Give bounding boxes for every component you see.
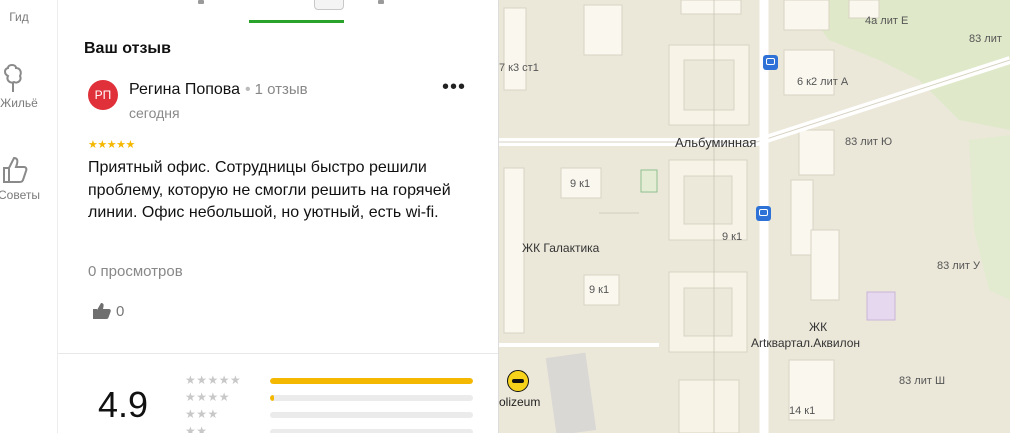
rail-item-label: Гид (9, 10, 29, 24)
left-navigation-rail: Гид Жильё Советы (0, 0, 58, 433)
thumbs-up-icon (93, 303, 111, 319)
rating-row[interactable]: ★★★★ (185, 390, 475, 407)
building-label: 9 к1 (722, 231, 743, 243)
rating-row-bar (270, 429, 473, 433)
divider (58, 353, 498, 354)
bus-stop-icon[interactable] (763, 55, 778, 70)
like-count: 0 (116, 302, 125, 320)
review-stars: ★★★★★ (88, 139, 135, 151)
rating-row-bar (270, 412, 473, 418)
building-label: 7 к3 ст1 (499, 62, 539, 74)
review-author: Регина Попова • 1 отзыв (129, 81, 308, 99)
rail-item-housing[interactable]: Жильё (0, 62, 58, 110)
rating-row[interactable]: ★★ (185, 424, 475, 433)
more-options-button[interactable]: ••• (442, 77, 466, 104)
active-tab-indicator (249, 20, 344, 23)
review-text: Приятный офис. Сотрудницы быстро решили … (88, 159, 451, 221)
rating-distribution: ★★★★★ ★★★★ ★★★ ★★ (185, 373, 475, 433)
tab-fragment (198, 0, 204, 4)
rating-row[interactable]: ★★★ (185, 407, 475, 424)
building-label: 6 к2 лит А (797, 76, 849, 88)
review-views: 0 просмотров (88, 263, 183, 280)
home-icon (4, 64, 22, 92)
poi-label[interactable]: ЖК (809, 320, 827, 334)
poi-icon[interactable] (507, 370, 529, 392)
building-label: 14 к1 (789, 405, 816, 417)
rating-row-bar-fill (270, 395, 275, 401)
poi-label[interactable]: olizeum (499, 395, 540, 409)
rating-row-bar (270, 395, 473, 401)
rail-item-tips[interactable]: Советы (0, 154, 58, 202)
rating-row-bar (270, 378, 473, 384)
poi-label[interactable]: Artквартал.Аквилон (751, 336, 860, 350)
rating-row-stars: ★★★★ (185, 390, 231, 404)
author-name[interactable]: Регина Попова (129, 81, 240, 98)
rail-item-label: Жильё (0, 96, 38, 110)
building-label: 83 лит Ш (899, 375, 946, 387)
like-button[interactable]: 0 (92, 302, 124, 320)
section-title: Ваш отзыв (84, 40, 171, 57)
poi-label[interactable]: ЖК Галактика (522, 241, 599, 255)
building-label: 4а лит Е (865, 15, 909, 27)
rating-row-stars: ★★ (185, 424, 208, 433)
map-background (499, 0, 1010, 433)
thumbs-up-icon (3, 156, 28, 183)
rating-row-stars: ★★★★★ (185, 373, 242, 387)
tabs-bar[interactable] (58, 0, 498, 26)
rail-item-label: Советы (0, 188, 40, 202)
building-label: 83 лит Ю (845, 136, 893, 148)
separator-dot: • (245, 81, 251, 98)
tab-counter-badge (314, 0, 344, 10)
building-label: 9 к1 (589, 284, 610, 296)
rating-row-stars: ★★★ (185, 407, 219, 421)
rating-row[interactable]: ★★★★★ (185, 373, 475, 390)
review-date: сегодня (129, 105, 180, 121)
street-label: Альбуминная (675, 135, 757, 150)
rating-row-bar-fill (270, 378, 473, 384)
building-label: 83 лит У (937, 260, 980, 272)
avatar[interactable]: РП (88, 80, 118, 110)
business-card-panel: Ваш отзыв РП Регина Попова • 1 отзыв сегод… (58, 0, 499, 433)
tab-fragment (378, 0, 384, 4)
building-label: 9 к1 (570, 178, 591, 190)
bus-stop-icon[interactable] (756, 206, 771, 221)
map-canvas[interactable]: Альбуминная 4а лит Е 83 лит 6 к2 лит А 8… (499, 0, 1010, 433)
overall-rating: 4.9 (98, 384, 149, 425)
building-label: 83 лит (969, 33, 1002, 45)
author-review-count[interactable]: 1 отзыв (255, 81, 308, 98)
